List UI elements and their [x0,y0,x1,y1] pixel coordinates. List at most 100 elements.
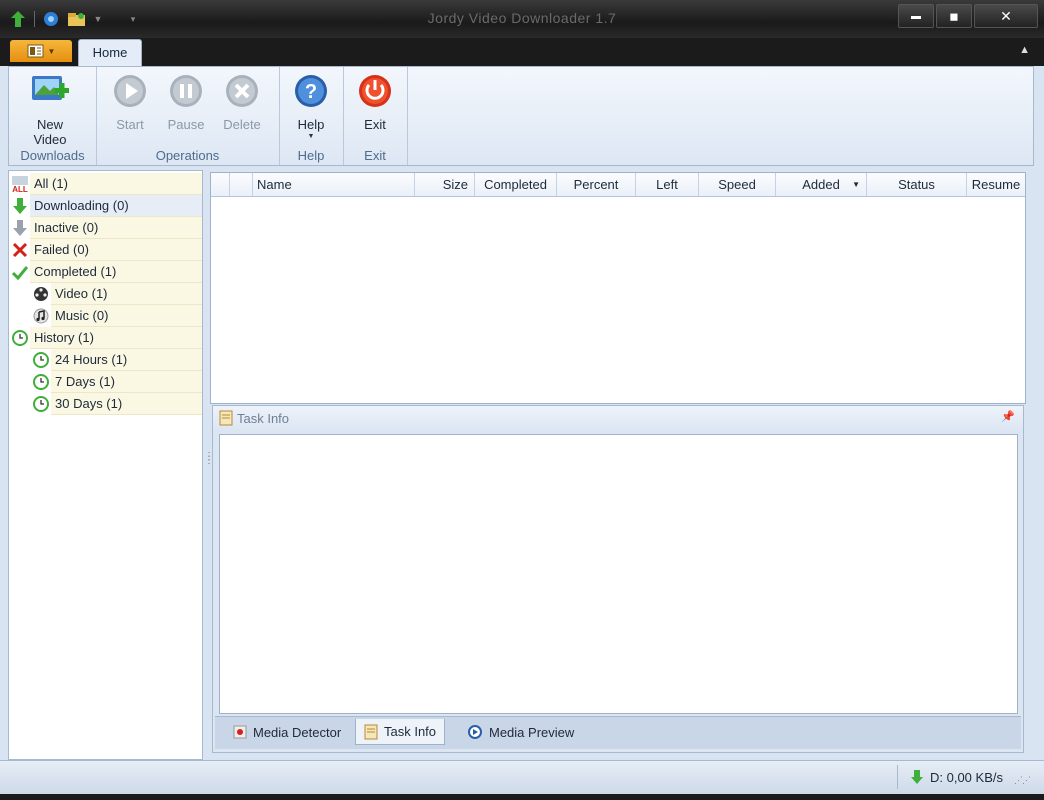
nav-item-7-days[interactable]: 7 Days (1) [9,371,202,393]
grid-col-name[interactable]: Name [253,173,415,196]
download-speed-icon [911,770,923,784]
status-bar: D: 0,00 KB/s ⋰⋰ [0,760,1044,795]
media-preview-icon [468,725,482,739]
grid-col-speed[interactable]: Speed [699,173,776,196]
ribbon-tab-row: ▼ Home ▲ [0,38,1044,67]
clock-icon [31,373,51,391]
download-speed-value: D: 0,00 KB/s [930,769,1003,785]
exit-label: Exit [364,117,386,132]
inactive-arrow-icon [10,219,30,237]
svg-text:?: ? [305,81,317,103]
failed-x-icon [10,241,30,259]
group-label-downloads: Downloads [20,148,85,163]
window-title: Jordy Video Downloader 1.7 [427,10,617,26]
start-button[interactable]: Start [101,71,159,132]
help-button[interactable]: ? Help ▼ [282,71,340,140]
minimize-button[interactable]: ▬ [898,4,934,28]
tab-home[interactable]: Home [78,39,142,67]
new-video-button[interactable]: New Video [21,71,79,147]
sort-descending-icon: ▼ [852,180,860,189]
nav-item-video[interactable]: Video (1) [9,283,202,305]
task-info-icon [219,410,233,429]
new-video-label: New Video [33,117,67,147]
task-info-content [219,434,1018,714]
task-info-title: Task Info [237,411,290,426]
nav-item-downloading[interactable]: Downloading (0) [9,195,202,217]
start-label: Start [116,117,144,132]
grid-col-status[interactable]: Status [867,173,967,196]
pause-icon [166,71,206,111]
grid-header: Name Size Completed Percent Left Speed A… [211,173,1025,197]
play-icon [110,71,150,111]
grid-col-resume[interactable]: Resume [967,173,1025,196]
group-downloads: New Video Downloads [9,67,97,165]
history-clock-icon [10,329,30,347]
tab-task-info[interactable]: Task Info [355,719,446,745]
download-speed: D: 0,00 KB/s [910,769,1003,785]
task-info-tab-icon [364,724,378,739]
help-label: Help [297,117,325,132]
media-detector-icon [233,725,247,739]
status-separator [897,765,898,789]
group-label-operations: Operations [155,148,220,163]
help-icon: ? [291,71,331,111]
application-menu-button[interactable]: ▼ [10,40,72,62]
app-menu-chevron-icon: ▼ [47,46,56,56]
minimize-ribbon-icon[interactable]: ▲ [1019,44,1030,56]
nav-item-30-days[interactable]: 30 Days (1) [9,393,202,415]
task-info-panel: Task Info 📌 Media Detector Task Info Med… [212,405,1024,753]
delete-button[interactable]: Delete [213,71,271,132]
grid-col-indicator[interactable] [211,173,230,196]
nav-item-completed[interactable]: Completed (1) [9,261,202,283]
nav-item-24-hours[interactable]: 24 Hours (1) [9,349,202,371]
task-info-header: Task Info 📌 [213,406,1023,432]
group-exit: Exit Exit [343,67,408,165]
main-window: ▼ ▾ Jordy Video Downloader 1.7 ▬ ◼ ✕ ▼ H… [0,0,1044,800]
nav-item-failed[interactable]: Failed (0) [9,239,202,261]
window-frame-bottom [0,794,1044,800]
exit-button[interactable]: Exit [346,71,404,132]
nav-item-history[interactable]: History (1) [9,327,202,349]
grid-col-icon[interactable] [230,173,253,196]
resize-grip-icon[interactable]: ⋰⋰ [1014,775,1031,786]
nav-item-all[interactable]: ALL All (1) [9,173,202,195]
tab-media-preview[interactable]: Media Preview [459,719,582,745]
group-help: ? Help ▼ Help [279,67,344,165]
grid-col-added[interactable]: Added ▼ [776,173,867,196]
downloads-grid: Name Size Completed Percent Left Speed A… [210,172,1026,404]
checkmark-icon [10,263,30,281]
title-bar: ▼ ▾ Jordy Video Downloader 1.7 ▬ ◼ ✕ [0,0,1044,38]
nav-item-inactive[interactable]: Inactive (0) [9,217,202,239]
app-menu-icon [27,44,44,58]
window-controls: ▬ ◼ ✕ [898,4,1038,28]
grid-col-size[interactable]: Size [415,173,475,196]
new-video-icon [30,71,70,111]
panel-tab-strip: Media Detector Task Info Media Preview [215,716,1021,749]
pin-icon[interactable]: 📌 [1001,410,1015,423]
maximize-icon: ◼ [949,10,959,23]
tab-media-detector[interactable]: Media Detector [225,719,349,745]
group-operations: Start Pause Delete Operations [96,67,280,165]
delete-icon [222,71,262,111]
clock-icon [31,395,51,413]
all-icon: ALL [10,175,30,193]
close-icon: ✕ [1000,7,1012,24]
ribbon: New Video Downloads Start Pause Delete O… [8,66,1034,166]
close-button[interactable]: ✕ [974,4,1038,28]
pause-label: Pause [167,117,205,132]
film-reel-icon [31,285,51,303]
nav-item-music[interactable]: Music (0) [9,305,202,327]
group-label-help: Help [297,148,325,163]
svg-text:ALL: ALL [12,185,28,193]
category-tree: ALL All (1) Downloading (0) Inactive (0)… [8,170,203,760]
maximize-button[interactable]: ◼ [936,4,972,28]
grid-col-percent[interactable]: Percent [557,173,636,196]
grid-col-left[interactable]: Left [636,173,699,196]
download-arrow-icon [10,197,30,215]
pause-button[interactable]: Pause [157,71,215,132]
grid-col-completed[interactable]: Completed [475,173,557,196]
grid-col-added-label: Added [802,177,840,192]
music-note-icon [31,307,51,325]
help-dropdown-icon: ▼ [307,133,315,140]
power-icon [355,71,395,111]
